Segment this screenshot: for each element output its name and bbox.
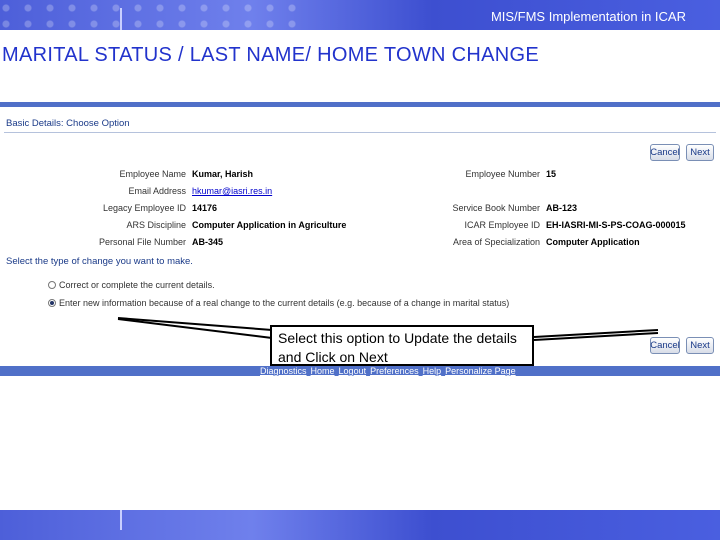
- bottom-banner: [0, 510, 720, 540]
- bottom-banner-divider: [120, 510, 122, 530]
- instruction-callout: Select this option to Update the details…: [270, 325, 534, 366]
- callout-pointer-lines: [117, 317, 659, 341]
